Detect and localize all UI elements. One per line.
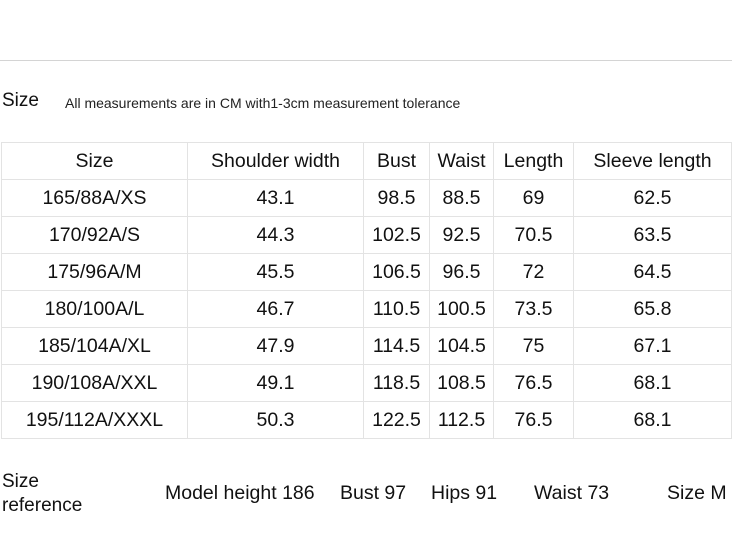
cell-size: 180/100A/L [1, 290, 188, 328]
cell-length: 76.5 [493, 364, 574, 402]
header-sleeve-length: Sleeve length [573, 142, 732, 180]
table-row: 170/92A/S 44.3 102.5 92.5 70.5 63.5 [1, 216, 732, 254]
cell-shoulder-width: 45.5 [187, 253, 364, 291]
model-bust: Bust 97 [340, 482, 407, 504]
table-row: 185/104A/XL 47.9 114.5 104.5 75 67.1 [1, 327, 732, 365]
cell-sleeve-length: 68.1 [573, 364, 732, 402]
cell-length: 76.5 [493, 401, 574, 439]
measurement-note: All measurements are in CM with1-3cm mea… [65, 95, 461, 111]
cell-bust: 106.5 [363, 253, 430, 291]
cell-size: 185/104A/XL [1, 327, 188, 365]
cell-sleeve-length: 67.1 [573, 327, 732, 365]
table-row: 175/96A/M 45.5 106.5 96.5 72 64.5 [1, 253, 732, 291]
size-reference-label: Size reference [2, 470, 82, 518]
cell-waist: 100.5 [429, 290, 494, 328]
header-length: Length [493, 142, 574, 180]
cell-length: 72 [493, 253, 574, 291]
cell-sleeve-length: 68.1 [573, 401, 732, 439]
cell-sleeve-length: 63.5 [573, 216, 732, 254]
top-divider [0, 60, 732, 61]
cell-size: 195/112A/XXXL [1, 401, 188, 439]
cell-length: 73.5 [493, 290, 574, 328]
cell-length: 69 [493, 179, 574, 217]
cell-bust: 114.5 [363, 327, 430, 365]
cell-waist: 112.5 [429, 401, 494, 439]
size-reference-line1: Size [2, 471, 39, 492]
cell-sleeve-length: 64.5 [573, 253, 732, 291]
cell-waist: 92.5 [429, 216, 494, 254]
table-row: 190/108A/XXL 49.1 118.5 108.5 76.5 68.1 [1, 364, 732, 402]
header-bust: Bust [363, 142, 430, 180]
cell-bust: 110.5 [363, 290, 430, 328]
cell-shoulder-width: 44.3 [187, 216, 364, 254]
cell-shoulder-width: 43.1 [187, 179, 364, 217]
cell-bust: 102.5 [363, 216, 430, 254]
cell-length: 70.5 [493, 216, 574, 254]
header-size: Size [1, 142, 188, 180]
table-header-row: Size Shoulder width Bust Waist Length Sl… [1, 142, 732, 180]
cell-bust: 122.5 [363, 401, 430, 439]
cell-size: 175/96A/M [1, 253, 188, 291]
cell-waist: 96.5 [429, 253, 494, 291]
cell-bust: 118.5 [363, 364, 430, 402]
cell-length: 75 [493, 327, 574, 365]
cell-size: 165/88A/XS [1, 179, 188, 217]
cell-shoulder-width: 49.1 [187, 364, 364, 402]
cell-bust: 98.5 [363, 179, 430, 217]
model-hips: Hips 91 [431, 482, 498, 504]
cell-waist: 104.5 [429, 327, 494, 365]
cell-waist: 88.5 [429, 179, 494, 217]
size-heading: Size [2, 90, 39, 111]
cell-size: 190/108A/XXL [1, 364, 188, 402]
table-row: 165/88A/XS 43.1 98.5 88.5 69 62.5 [1, 179, 732, 217]
size-chart-table: Size Shoulder width Bust Waist Length Sl… [1, 142, 732, 439]
size-reference-line2: reference [2, 495, 83, 516]
model-height: Model height 186 [165, 482, 315, 504]
header-shoulder-width: Shoulder width [187, 142, 364, 180]
cell-sleeve-length: 62.5 [573, 179, 732, 217]
cell-shoulder-width: 46.7 [187, 290, 364, 328]
header-waist: Waist [429, 142, 494, 180]
model-size: Size M [667, 482, 727, 504]
cell-sleeve-length: 65.8 [573, 290, 732, 328]
cell-shoulder-width: 50.3 [187, 401, 364, 439]
cell-waist: 108.5 [429, 364, 494, 402]
model-waist: Waist 73 [534, 482, 610, 504]
cell-size: 170/92A/S [1, 216, 188, 254]
table-row: 195/112A/XXXL 50.3 122.5 112.5 76.5 68.1 [1, 401, 732, 439]
cell-shoulder-width: 47.9 [187, 327, 364, 365]
table-row: 180/100A/L 46.7 110.5 100.5 73.5 65.8 [1, 290, 732, 328]
